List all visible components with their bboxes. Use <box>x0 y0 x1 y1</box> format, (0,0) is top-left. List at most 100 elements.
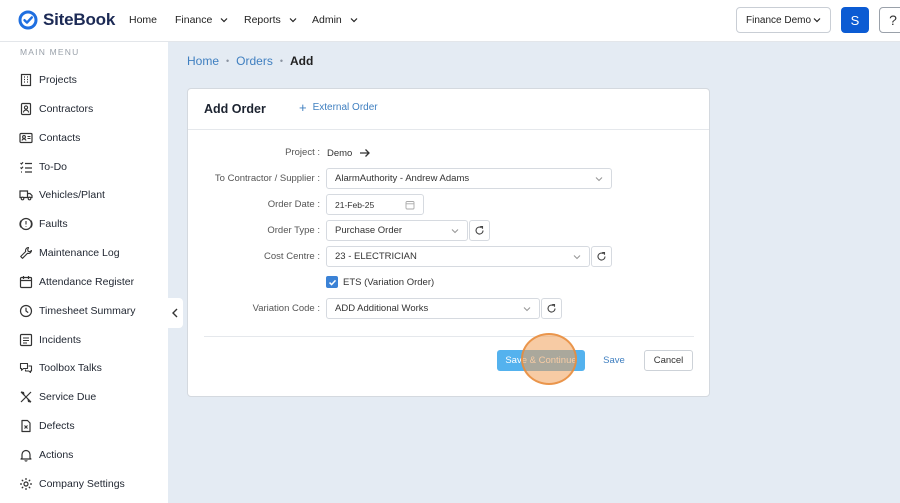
breadcrumb-orders[interactable]: Orders <box>236 54 273 68</box>
sidebar-item-toolbox-talks[interactable]: Toolbox Talks <box>19 358 102 378</box>
chevron-down-icon <box>350 18 358 23</box>
sidebar-item-contacts[interactable]: Contacts <box>19 128 80 148</box>
sidebar-title: MAIN MENU <box>20 47 80 57</box>
contractor-select[interactable]: AlarmAuthority - Andrew Adams <box>326 168 612 189</box>
external-order-label: External Order <box>312 102 378 113</box>
chevron-down-icon <box>595 177 603 182</box>
refresh-icon <box>475 225 484 235</box>
cost-centre-select[interactable]: 23 - ELECTRICIAN <box>326 246 590 267</box>
user-avatar-button[interactable]: S <box>841 7 869 33</box>
variation-code-label: Variation Code : <box>252 303 320 314</box>
calendar-icon <box>19 276 33 289</box>
order-date-input[interactable]: 21-Feb-25 <box>326 194 424 215</box>
app-logo[interactable]: SiteBook <box>18 10 115 30</box>
sidebar-item-label: Toolbox Talks <box>39 362 102 374</box>
contractor-label: To Contractor / Supplier : <box>214 173 320 184</box>
cost-centre-refresh-button[interactable] <box>591 246 612 267</box>
order-type-refresh-button[interactable] <box>469 220 490 241</box>
document-x-icon <box>21 419 31 433</box>
hard-hat-icon <box>20 102 32 116</box>
nav-admin-label: Admin <box>312 14 342 26</box>
help-icon: ? <box>889 12 897 28</box>
wrench-icon <box>20 246 33 259</box>
refresh-icon <box>597 251 606 261</box>
help-button[interactable]: ? <box>879 7 900 33</box>
sidebar-item-label: Company Settings <box>39 478 125 490</box>
arrow-right-icon[interactable] <box>358 146 372 160</box>
card-title: Add Order <box>204 102 266 116</box>
sidebar-item-actions[interactable]: Actions <box>19 445 73 465</box>
truck-icon <box>19 190 33 201</box>
clock-icon <box>19 304 33 318</box>
cancel-button[interactable]: Cancel <box>644 350 693 371</box>
order-type-select[interactable]: Purchase Order <box>326 220 468 241</box>
sidebar-item-attendance-register[interactable]: Attendance Register <box>19 272 134 292</box>
nav-finance[interactable]: Finance <box>175 14 228 26</box>
save-and-continue-button[interactable]: Save & Continue <box>497 350 585 371</box>
contact-card-icon <box>19 132 33 144</box>
building-icon <box>20 73 32 87</box>
sidebar-item-service-due[interactable]: Service Due <box>19 387 96 407</box>
nav-reports-label: Reports <box>244 14 281 26</box>
save-button[interactable]: Save <box>594 350 634 371</box>
sidebar-item-projects[interactable]: Projects <box>19 70 77 90</box>
sidebar-item-faults[interactable]: Faults <box>19 214 68 234</box>
variation-code-select[interactable]: ADD Additional Works <box>326 298 540 319</box>
calendar-icon[interactable] <box>405 200 415 210</box>
chevron-down-icon <box>289 18 297 23</box>
nav-home[interactable]: Home <box>129 14 157 26</box>
plus-icon: + <box>299 99 307 115</box>
sidebar-item-defects[interactable]: Defects <box>19 416 75 436</box>
app-name: SiteBook <box>43 10 116 29</box>
sidebar-item-label: Actions <box>39 449 74 461</box>
add-order-card: Add Order + External Order Project : Dem… <box>187 88 710 397</box>
sidebar-item-label: Defects <box>39 420 75 432</box>
nav-finance-label: Finance <box>175 14 213 26</box>
sidebar-item-incidents[interactable]: Incidents <box>19 330 81 350</box>
chevron-down-icon <box>451 229 459 234</box>
ets-checkbox[interactable] <box>326 276 338 288</box>
sidebar-item-todo[interactable]: To-Do <box>19 157 67 177</box>
cost-centre-label: Cost Centre : <box>264 251 320 262</box>
save-and-continue-label: Save & Continue <box>505 355 577 366</box>
card-header: Add Order + External Order <box>188 89 709 130</box>
avatar-initial: S <box>850 12 860 28</box>
incident-icon <box>19 333 33 347</box>
gear-icon <box>20 478 32 490</box>
chevron-down-icon <box>523 307 531 312</box>
environment-value: Finance Demo <box>746 14 812 26</box>
sidebar-item-label: Projects <box>39 74 77 86</box>
top-navbar: SiteBook Home Finance Reports Admin Fina… <box>0 0 900 42</box>
sidebar-item-maintenance-log[interactable]: Maintenance Log <box>19 243 120 263</box>
sidebar-item-label: To-Do <box>39 161 68 173</box>
order-type-label: Order Type : <box>267 225 320 236</box>
nav-reports[interactable]: Reports <box>244 14 297 26</box>
sidebar-item-label: Maintenance Log <box>39 247 120 259</box>
chat-bubbles-icon <box>19 362 33 374</box>
variation-code-refresh-button[interactable] <box>541 298 562 319</box>
environment-select[interactable]: Finance Demo <box>736 7 831 33</box>
sidebar-item-contractors[interactable]: Contractors <box>19 99 93 119</box>
logo-mark-icon <box>18 10 38 30</box>
cancel-label: Cancel <box>653 355 684 366</box>
project-label: Project : <box>285 147 320 158</box>
sidebar-item-label: Faults <box>39 218 68 230</box>
sidebar-item-label: Contacts <box>39 132 81 144</box>
nav-admin[interactable]: Admin <box>312 14 358 26</box>
variation-code-value: ADD Additional Works <box>335 303 429 314</box>
sidebar: MAIN MENU Projects Contractors Contacts … <box>0 42 168 503</box>
chevron-down-icon <box>573 255 581 260</box>
sidebar-item-label: Contractors <box>39 103 94 115</box>
sidebar-item-vehicles[interactable]: Vehicles/Plant <box>19 185 105 205</box>
sidebar-item-label: Service Due <box>39 391 97 403</box>
sidebar-item-company-settings[interactable]: Company Settings <box>19 474 125 494</box>
breadcrumb-home[interactable]: Home <box>187 54 219 68</box>
checkmark-icon <box>328 279 336 286</box>
refresh-icon <box>547 303 556 313</box>
external-order-link[interactable]: + External Order <box>299 99 378 115</box>
contractor-value: AlarmAuthority - Andrew Adams <box>335 173 470 184</box>
sidebar-item-timesheet-summary[interactable]: Timesheet Summary <box>19 301 135 321</box>
sidebar-item-label: Vehicles/Plant <box>39 189 105 201</box>
order-date-value: 21-Feb-25 <box>335 199 375 210</box>
breadcrumb-separator: • <box>226 56 230 66</box>
